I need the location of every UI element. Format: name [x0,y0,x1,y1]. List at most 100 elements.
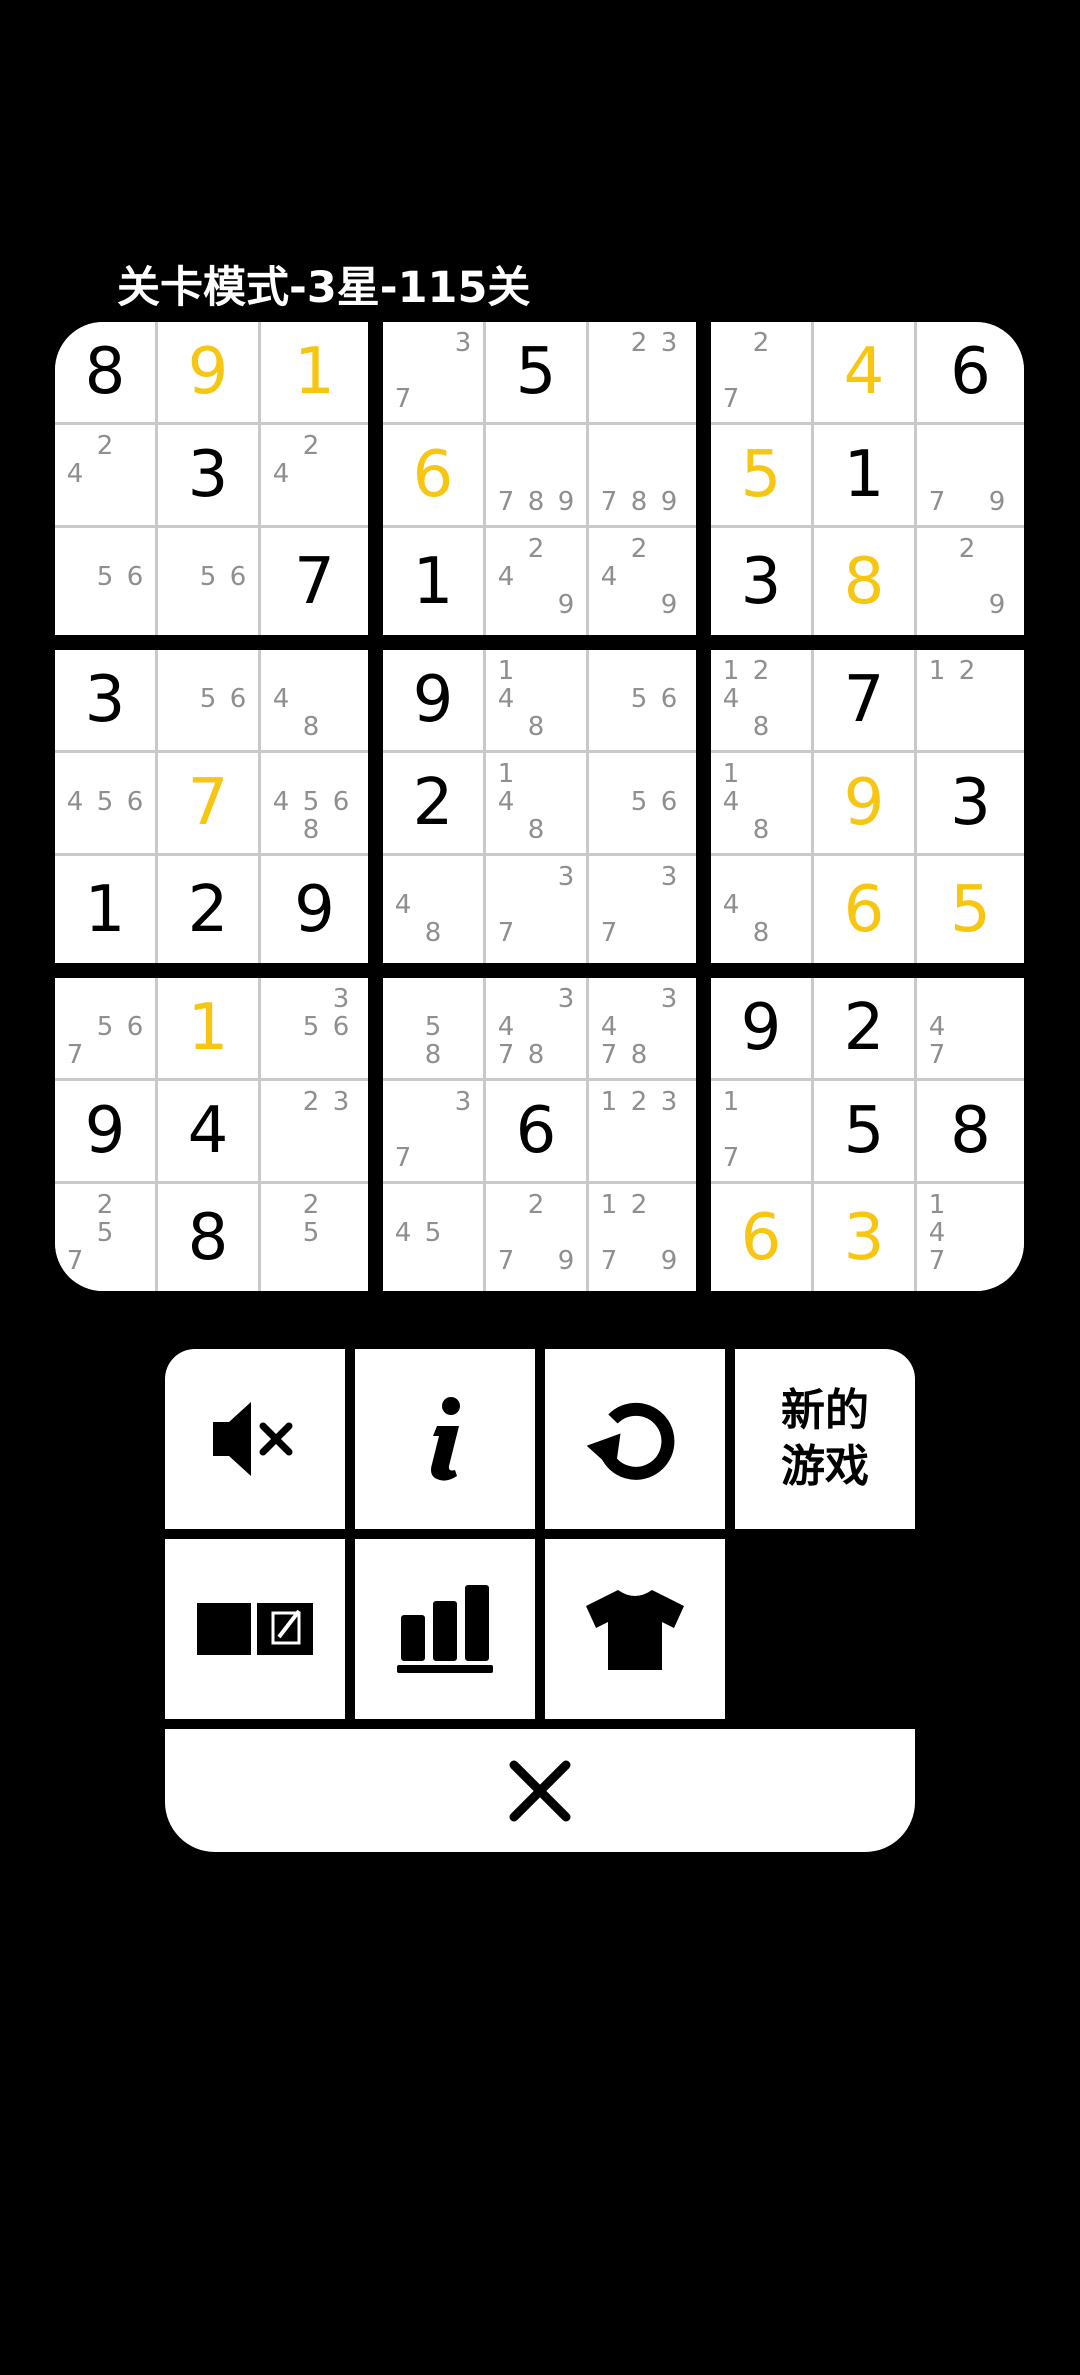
sudoku-cell[interactable]: 25 [261,1184,368,1291]
sudoku-cell[interactable]: 2 [383,753,483,853]
sudoku-cell[interactable]: 56 7 [55,978,155,1078]
sudoku-cell[interactable]: 5 [486,322,586,422]
pencil-mark: 7 [497,1040,515,1070]
given-digit: 7 [294,544,335,619]
sudoku-cell[interactable]: 2 [158,856,258,963]
sudoku-cell[interactable]: 23 [589,322,696,422]
sudoku-cell[interactable]: 1 [814,425,914,525]
sudoku-cell[interactable]: 27 9 [486,1184,586,1291]
restart-button[interactable] [545,1349,725,1529]
sudoku-cell[interactable]: 3 [55,650,155,750]
sudoku-cell[interactable]: 257 [55,1184,155,1291]
sudoku-cell[interactable]: 9 [383,650,483,750]
entered-digit: 6 [843,872,885,947]
sudoku-cell[interactable]: 1 [261,322,368,422]
sudoku-cell[interactable]: 48 [711,856,811,963]
pencil-mark: 4 [497,787,515,817]
sudoku-cell[interactable]: 7 [158,753,258,853]
sudoku-cell[interactable]: 24 9 [589,528,696,635]
new-game-button[interactable]: 新的 游戏 [735,1349,915,1529]
sudoku-cell[interactable]: 37 [383,1081,483,1181]
sudoku-cell[interactable]: 5 [814,1081,914,1181]
sudoku-cell[interactable]: 3 478 [589,978,696,1078]
mute-button[interactable] [165,1349,345,1529]
sudoku-cell[interactable]: 23 [261,1081,368,1181]
sudoku-cell[interactable]: 123 [589,1081,696,1181]
sudoku-cell[interactable]: 58 [383,978,483,1078]
pencil-mark: 5 [96,562,114,592]
sudoku-cell[interactable]: 6 [711,1184,811,1291]
sudoku-cell[interactable]: 17 [711,1081,811,1181]
sudoku-cell[interactable]: 9 [711,978,811,1078]
sudoku-cell[interactable]: 8 [814,528,914,635]
sudoku-cell[interactable]: 4 [814,322,914,422]
pencil-mark: 6 [126,787,144,817]
sudoku-cell[interactable]: 48 [383,856,483,963]
sudoku-cell[interactable]: 47 [917,978,1024,1078]
sudoku-cell[interactable]: 3 [711,528,811,635]
sudoku-cell[interactable]: 24 [261,425,368,525]
sudoku-cell[interactable]: 37 [589,856,696,963]
sudoku-cell[interactable]: 8 [55,322,155,422]
sudoku-cell[interactable]: 5 [711,425,811,525]
sudoku-cell[interactable]: 9 [261,856,368,963]
sudoku-cell[interactable]: 37 [383,322,483,422]
pencil-mark: 4 [394,1218,412,1248]
sudoku-cell[interactable]: 7 [814,650,914,750]
sudoku-cell[interactable]: 6 [917,322,1024,422]
sudoku-cell[interactable]: 4568 [261,753,368,853]
sudoku-cell[interactable]: 3 [917,753,1024,853]
sudoku-cell[interactable]: 147 [917,1184,1024,1291]
sudoku-cell[interactable]: 2 [814,978,914,1078]
sudoku-cell[interactable]: 45 [383,1184,483,1291]
sudoku-cell[interactable]: 6 [814,856,914,963]
pencil-mark: 1 [600,1087,618,1117]
sudoku-cell[interactable]: 5 [917,856,1024,963]
sudoku-cell[interactable]: 79 [917,425,1024,525]
sudoku-cell[interactable]: 127 9 [589,1184,696,1291]
sudoku-cell[interactable]: 9 [814,753,914,853]
sudoku-cell[interactable]: 24 9 [486,528,586,635]
sudoku-cell[interactable]: 8 [158,1184,258,1291]
sudoku-cell[interactable]: 6 [383,425,483,525]
sudoku-cell[interactable]: 56 [589,650,696,750]
sudoku-cell[interactable]: 9 [158,322,258,422]
sudoku-cell[interactable]: 12 [917,650,1024,750]
sudoku-cell[interactable]: 29 [917,528,1024,635]
bar-chart-icon [397,1585,493,1673]
sudoku-cell[interactable]: 4 [158,1081,258,1181]
sudoku-cell[interactable]: 789 [589,425,696,525]
sudoku-cell[interactable]: 56 [158,650,258,750]
sudoku-cell[interactable]: 148 [486,650,586,750]
sudoku-cell[interactable]: 3 [814,1184,914,1291]
sudoku-cell[interactable]: 1248 [711,650,811,750]
entered-digit: 5 [950,872,991,947]
sudoku-cell[interactable]: 3 478 [486,978,586,1078]
sudoku-cell[interactable]: 148 [486,753,586,853]
sudoku-cell[interactable]: 1 [158,978,258,1078]
sudoku-cell[interactable]: 56 [589,753,696,853]
sudoku-cell[interactable]: 37 [486,856,586,963]
sudoku-cell[interactable]: 56 [55,528,155,635]
sudoku-cell[interactable]: 7 [261,528,368,635]
theme-button[interactable] [545,1539,725,1719]
sudoku-cell[interactable]: 9 [55,1081,155,1181]
sudoku-cell[interactable]: 27 [711,322,811,422]
sudoku-cell[interactable]: 148 [711,753,811,853]
sudoku-cell[interactable]: 456 [55,753,155,853]
sudoku-cell[interactable]: 56 [158,528,258,635]
info-button[interactable] [355,1349,535,1529]
sudoku-cell[interactable]: 1 [55,856,155,963]
close-button[interactable] [165,1729,915,1852]
sudoku-cell[interactable]: 1 [383,528,483,635]
sudoku-cell[interactable]: 789 [486,425,586,525]
notes-button[interactable] [165,1539,345,1719]
sudoku-cell[interactable]: 3 [158,425,258,525]
pencil-mark: 8 [527,815,545,845]
stats-button[interactable] [355,1539,535,1719]
sudoku-cell[interactable]: 48 [261,650,368,750]
sudoku-cell[interactable]: 24 [55,425,155,525]
sudoku-cell[interactable]: 356 [261,978,368,1078]
sudoku-cell[interactable]: 6 [486,1081,586,1181]
sudoku-cell[interactable]: 8 [917,1081,1024,1181]
